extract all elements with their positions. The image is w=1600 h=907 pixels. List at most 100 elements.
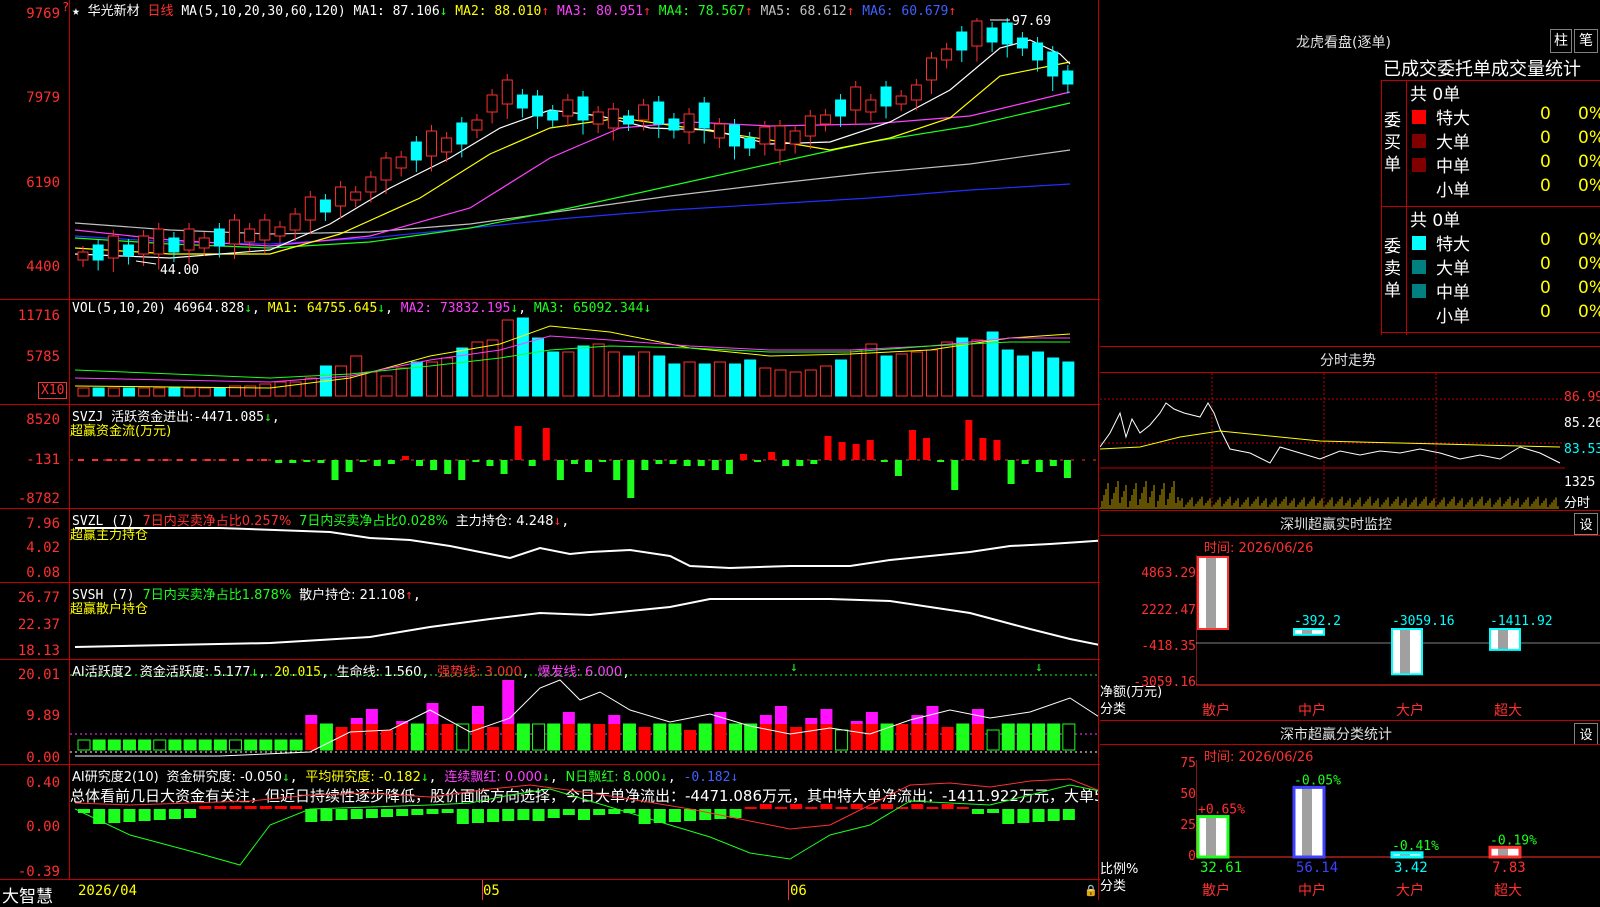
candle [577,96,589,121]
ma-value: MA5: 68.612↑ [752,4,855,19]
candle [1016,37,1028,49]
flow-bar [514,426,522,460]
study-bar [699,809,712,820]
study-bar [396,809,409,816]
flow-bar [782,460,790,466]
candle [925,57,937,81]
ai-bar-top [820,709,833,724]
class-bar-stripe [1302,787,1312,857]
stock-name[interactable]: 华光新材 [88,4,140,19]
order-pct: 0% [1578,104,1600,124]
study-bar [850,804,863,809]
ai-bar [183,739,197,751]
vol-bar [380,375,393,397]
vol-bar [547,351,560,397]
flow-bar [416,460,424,466]
vol-bar [365,371,378,397]
candle [713,123,725,139]
question-icon[interactable]: ? [62,0,69,14]
candle [380,157,392,181]
flow-bar [993,440,1001,460]
y-label: 11716 [17,308,60,324]
study-bar [562,809,575,815]
right-panel: 龙虎看盘(逐单) 柱 笔 已成交委托单成交量统计 委买单 委卖单 共 0单 共 … [1100,0,1600,900]
vol-bar [910,351,923,397]
ai-bar [986,729,1000,751]
class-change: -0.19% [1490,833,1537,848]
period-label[interactable]: 日线 [148,4,174,19]
flow-bar [373,460,381,466]
category-label: 散户 [1202,883,1230,899]
study-bar [790,804,803,809]
app-logo[interactable]: 大智慧 [2,882,53,907]
study-bar [381,809,394,817]
flow-bar [768,452,776,460]
y-label: 0.08 [26,565,60,581]
vol-unit[interactable]: X10 [38,382,68,399]
svsh-svg [74,598,1098,648]
flow-bar [190,459,197,461]
stats-tab[interactable]: 已成交委托单成交量统计 [1383,55,1581,81]
flow-bar [275,460,283,463]
candle [501,79,513,105]
kline-chart-area[interactable]: ★ 华光新材 日线 MA(5,10,20,30,60,120) MA1: 87.… [0,0,1100,907]
study-bar [774,807,787,809]
star-icon[interactable]: ★ [72,4,80,19]
vol-bar [486,339,499,397]
candle [516,94,528,109]
order-pct: 0% [1578,152,1600,172]
vol-bar [819,365,832,397]
study-bar [684,809,697,821]
monitor-settings-button[interactable]: 设 [1574,513,1598,535]
pen-toggle-button[interactable]: 笔 [1574,29,1598,53]
flow-bar [754,460,762,462]
ai-bar [622,723,636,751]
flow-bar [500,460,508,474]
vol-bar [683,361,696,397]
flow-bar [908,430,916,460]
candle [774,125,786,151]
flow-bar [627,460,635,498]
y-label: 4863.29 [1141,566,1196,581]
bar-toggle-button[interactable]: 柱 [1550,29,1572,53]
flow-bar [866,440,874,460]
ai-bar-top [350,718,363,724]
lock-icon[interactable]: 🔒 [1084,884,1098,897]
vol-bar [592,343,605,397]
vol-bar [668,363,681,397]
candle [1062,70,1074,85]
flow-bar [641,460,649,470]
study-bar [138,809,151,821]
study-bar [320,809,333,821]
vol-bar [956,337,969,397]
study-bar [411,809,424,815]
flow-bar [78,459,84,461]
ai-bar [668,723,682,751]
flow-bar [162,459,169,461]
flow-bar [303,460,311,462]
vol-bar [638,351,651,397]
vol-bar [213,387,226,397]
flow-bar [120,459,127,461]
vol-bar [304,377,317,397]
class-settings-button[interactable]: 设 [1574,723,1598,745]
vol-bar [153,387,166,397]
ai-bar-top [805,718,818,724]
flow-bar [1049,460,1057,466]
main-header: ★ 华光新材 日线 MA(5,10,20,30,60,120) MA1: 87.… [72,0,956,19]
ai-bar [577,723,591,751]
vol-bar [335,365,348,397]
flow-bar [528,460,536,466]
candle [244,228,256,243]
ai-bar [350,724,363,750]
category-label: 大户 [1396,703,1424,719]
ai-bar [971,724,984,750]
vol-bar [1001,349,1014,397]
vol-bar [941,341,954,397]
study-bar [93,809,106,824]
vol-bar [744,359,757,397]
ai-bar [744,723,758,751]
study-bar [881,804,894,809]
candle [138,235,150,255]
ai-bar-top [850,721,863,724]
